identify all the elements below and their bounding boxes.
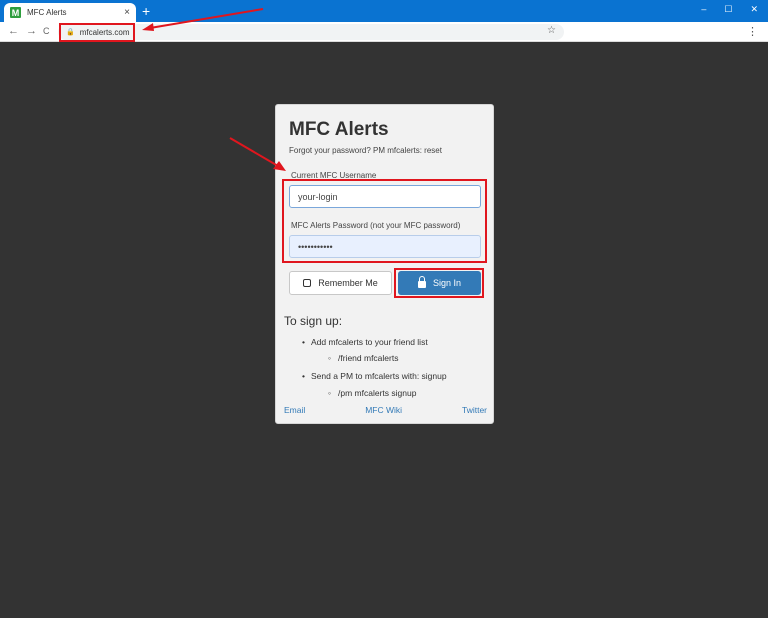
minimize-button[interactable]: – xyxy=(701,2,706,16)
signup-step-pm: Send a PM to mfcalerts with: signup xyxy=(311,371,447,381)
forward-button[interactable]: → xyxy=(26,25,37,37)
back-button[interactable]: ← xyxy=(8,25,19,37)
sub-bullet: ◦ xyxy=(328,353,332,363)
page-title: MFC Alerts xyxy=(289,119,389,140)
twitter-link[interactable]: Twitter xyxy=(462,405,487,415)
mfc-favicon-icon: M xyxy=(10,7,21,18)
browser-menu-icon[interactable]: ⋮ xyxy=(747,25,758,38)
checkbox-icon xyxy=(303,279,312,287)
bookmark-star-icon[interactable]: ☆ xyxy=(547,25,556,36)
close-window-button[interactable]: ✕ xyxy=(750,2,758,16)
signup-cmd-pm: /pm mfcalerts signup xyxy=(338,388,417,398)
email-link[interactable]: Email xyxy=(284,405,305,415)
forgot-password-hint: Forgot your password? PM mfcalerts: rese… xyxy=(289,146,442,155)
new-tab-button[interactable]: + xyxy=(142,3,150,19)
wiki-link[interactable]: MFC Wiki xyxy=(365,405,402,415)
bullet-dot: • xyxy=(302,371,305,381)
browser-tab[interactable]: M MFC Alerts × xyxy=(4,3,136,22)
browser-titlebar: M MFC Alerts × + – ☐ ✕ xyxy=(0,0,768,22)
signup-heading: To sign up: xyxy=(284,314,343,328)
footer-links: Email MFC Wiki Twitter xyxy=(284,405,487,415)
remember-me-button[interactable]: Remember Me xyxy=(289,271,392,295)
window-controls: – ☐ ✕ xyxy=(701,2,758,16)
maximize-button[interactable]: ☐ xyxy=(724,2,732,16)
remember-me-label: Remember Me xyxy=(318,278,378,288)
signup-step-friend: Add mfcalerts to your friend list xyxy=(311,337,428,347)
signin-highlight-box xyxy=(394,268,484,298)
tab-title: MFC Alerts xyxy=(27,8,67,17)
credentials-highlight-box xyxy=(282,179,487,263)
login-card: MFC Alerts Forgot your password? PM mfca… xyxy=(275,104,494,424)
bullet-dot: • xyxy=(302,337,305,347)
sub-bullet: ◦ xyxy=(328,388,332,398)
reload-button[interactable]: C xyxy=(43,26,50,36)
url-highlight-box xyxy=(59,23,135,42)
signup-cmd-friend: /friend mfcalerts xyxy=(338,353,399,363)
close-tab-icon[interactable]: × xyxy=(124,7,130,18)
